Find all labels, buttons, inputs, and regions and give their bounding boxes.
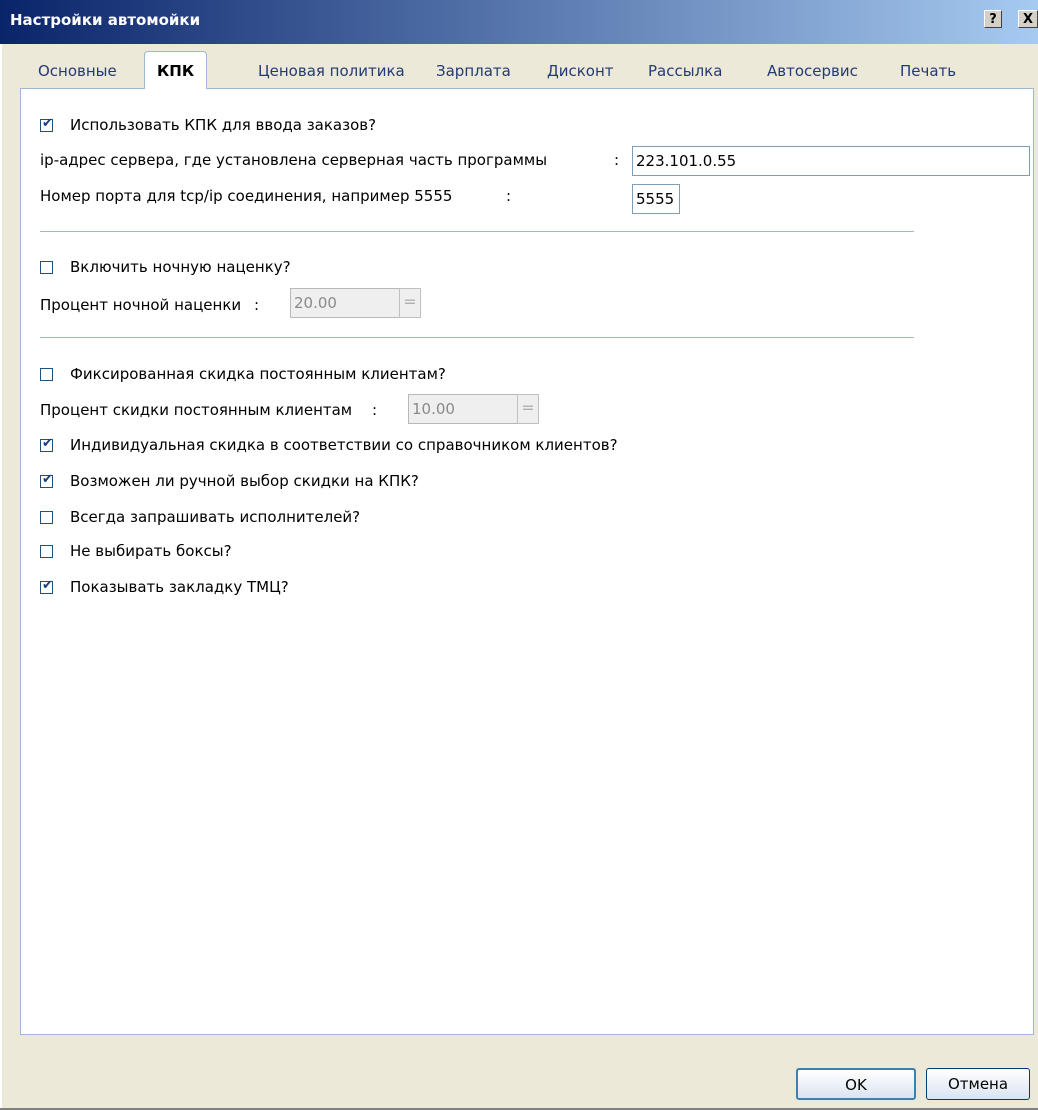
discount-percent-colon: :	[372, 401, 378, 419]
night-percent-input[interactable]: 20.00	[290, 288, 400, 318]
tab-main[interactable]: Основные	[38, 55, 117, 87]
manual-discount-label: Возможен ли ручной выбор скидки на КПК?	[70, 472, 419, 490]
tab-print[interactable]: Печать	[900, 55, 956, 87]
check-mark-icon: ✔	[42, 578, 53, 593]
port-colon: :	[506, 187, 512, 205]
port-input[interactable]: 5555	[632, 184, 680, 214]
server-ip-label: ip-адрес сервера, где установлена сервер…	[40, 151, 548, 169]
tab-salary[interactable]: Зарплата	[436, 55, 511, 87]
show-tmc-checkbox[interactable]: ✔	[40, 578, 53, 594]
ask-performers-checkbox[interactable]	[40, 511, 53, 524]
night-percent-spin-button[interactable]: =	[399, 288, 421, 318]
separator	[40, 231, 914, 232]
server-ip-input[interactable]: 223.101.0.55	[632, 146, 1030, 176]
window-edge	[0, 44, 2, 1110]
ask-performers-label: Всегда запрашивать исполнителей?	[70, 508, 361, 526]
use-kpk-checkbox[interactable]: ✔	[40, 116, 53, 132]
separator	[40, 337, 914, 338]
tab-mailing[interactable]: Рассылка	[648, 55, 722, 87]
check-mark-icon: ✔	[42, 472, 53, 487]
tab-autoservice[interactable]: Автосервис	[767, 55, 858, 87]
show-tmc-label: Показывать закладку ТМЦ?	[70, 578, 289, 596]
check-mark-icon: ✔	[42, 436, 53, 451]
server-ip-colon: :	[614, 151, 620, 169]
tab-kpk[interactable]: КПК	[144, 51, 208, 89]
use-kpk-label: Использовать КПК для ввода заказов?	[70, 116, 377, 134]
help-button[interactable]: ?	[984, 10, 1002, 28]
fixed-discount-label: Фиксированная скидка постоянным клиентам…	[70, 365, 446, 383]
night-markup-label: Включить ночную наценку?	[70, 258, 291, 276]
check-mark-icon: ✔	[42, 116, 53, 131]
no-boxes-checkbox[interactable]	[40, 545, 53, 558]
no-boxes-label: Не выбирать боксы?	[70, 542, 232, 560]
discount-percent-label: Процент скидки постоянным клиентам	[40, 401, 353, 419]
discount-percent-spin-button[interactable]: =	[517, 394, 539, 424]
manual-discount-checkbox[interactable]: ✔	[40, 472, 53, 488]
window-title: Настройки автомойки	[10, 11, 201, 29]
close-button[interactable]: X	[1018, 10, 1038, 28]
fixed-discount-checkbox[interactable]	[40, 368, 53, 381]
tab-discount[interactable]: Дисконт	[547, 55, 614, 87]
individual-discount-checkbox[interactable]: ✔	[40, 436, 53, 452]
port-label: Номер порта для tcp/ip соединения, напри…	[40, 187, 453, 205]
tab-price-policy[interactable]: Ценовая политика	[258, 55, 405, 87]
night-markup-checkbox[interactable]	[40, 261, 53, 274]
night-percent-colon: :	[254, 296, 260, 314]
individual-discount-label: Индивидуальная скидка в соответствии со …	[70, 436, 618, 454]
discount-percent-input[interactable]: 10.00	[408, 394, 518, 424]
cancel-button[interactable]: Отмена	[926, 1068, 1030, 1100]
ok-button[interactable]: OK	[796, 1068, 916, 1100]
title-bar: Настройки автомойки ? X	[0, 0, 1038, 44]
night-percent-label: Процент ночной наценки	[40, 296, 242, 314]
